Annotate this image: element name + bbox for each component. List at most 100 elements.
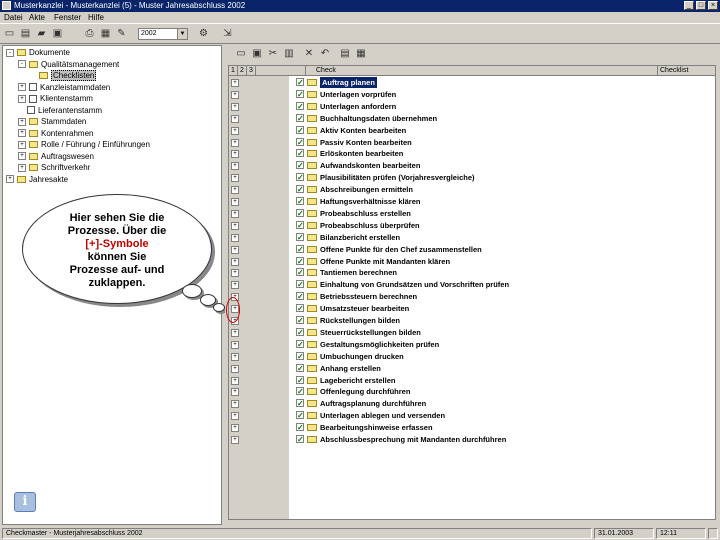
table-row[interactable]: + ✓ Offenlegung durchführen xyxy=(229,386,715,397)
expand-icon[interactable]: + xyxy=(231,412,239,421)
expand-icon[interactable]: + xyxy=(231,340,239,349)
row-checkbox[interactable]: ✓ xyxy=(296,292,304,301)
row-checkbox[interactable]: ✓ xyxy=(296,137,304,146)
expand-icon[interactable]: + xyxy=(231,233,239,242)
tree-item[interactable]: + Auftragswesen xyxy=(18,152,94,162)
expand-icon[interactable]: + xyxy=(231,376,239,385)
row-checkbox[interactable]: ✓ xyxy=(296,244,304,253)
row-checkbox[interactable]: ✓ xyxy=(296,232,304,241)
row-checkbox[interactable]: ✓ xyxy=(296,316,304,325)
tree-item[interactable]: + Kanzleistammdaten xyxy=(18,83,110,93)
expand-icon[interactable]: + xyxy=(231,328,239,337)
row-checkbox[interactable]: ✓ xyxy=(296,280,304,289)
table-row[interactable]: + ✓ Anhang erstellen xyxy=(229,363,715,374)
table-row[interactable]: + ✓ Steuerrückstellungen bilden xyxy=(229,327,715,338)
collapse-icon[interactable]: - xyxy=(18,60,26,69)
row-checkbox[interactable]: ✓ xyxy=(296,268,304,277)
row-checkbox[interactable]: ✓ xyxy=(296,363,304,372)
row-checkbox[interactable]: ✓ xyxy=(296,185,304,194)
row-checkbox[interactable]: ✓ xyxy=(296,375,304,384)
expand-icon[interactable]: + xyxy=(231,138,239,147)
expand-icon[interactable]: + xyxy=(231,424,239,433)
tree-item[interactable]: - Qualitätsmanagement xyxy=(18,60,119,70)
tools-icon[interactable]: ⚙ xyxy=(198,28,209,39)
column-header-checklist[interactable]: Checklist xyxy=(658,66,715,76)
save-icon[interactable]: ▣ xyxy=(251,48,263,60)
cut-icon[interactable]: ✂ xyxy=(267,48,279,60)
new-doc-icon[interactable]: ▭ xyxy=(4,28,15,39)
row-checkbox[interactable]: ✓ xyxy=(296,149,304,158)
table-row[interactable]: + ✓ Offene Punkte mit Mandanten klären xyxy=(229,256,715,267)
chevron-down-icon[interactable]: ▼ xyxy=(177,29,187,39)
paste-icon[interactable]: ▥ xyxy=(283,48,295,60)
list-view-icon[interactable]: ▤ xyxy=(339,48,351,60)
row-checkbox[interactable]: ✓ xyxy=(296,125,304,134)
table-row[interactable]: + ✓ Aufwandskonten bearbeiten xyxy=(229,160,715,171)
table-row[interactable]: + ✓ Buchhaltungsdaten übernehmen xyxy=(229,113,715,124)
table-row[interactable]: + ✓ Gestaltungsmöglichkeiten prüfen xyxy=(229,339,715,350)
year-select[interactable]: 2002 ▼ xyxy=(138,28,188,40)
expand-icon[interactable]: + xyxy=(18,129,26,138)
tree-item[interactable]: + Schriftverkehr xyxy=(18,163,90,173)
expand-icon[interactable]: + xyxy=(231,436,239,444)
table-row[interactable]: + ✓ Plausibilitäten prüfen (Vorjahresvergl… xyxy=(229,172,715,183)
table-row[interactable]: + ✓ Tantiemen berechnen xyxy=(229,267,715,278)
expand-icon[interactable]: + xyxy=(231,90,239,99)
expand-icon[interactable]: + xyxy=(18,140,26,149)
row-checkbox[interactable]: ✓ xyxy=(296,89,304,98)
table-row[interactable]: + ✓ Probeabschluss überprüfen xyxy=(229,220,715,231)
maximize-icon[interactable]: □ xyxy=(696,1,706,10)
expand-icon[interactable]: + xyxy=(231,388,239,397)
row-checkbox[interactable]: ✓ xyxy=(296,435,304,444)
table-row[interactable]: + ✓ Auftrag planen xyxy=(229,77,715,88)
expand-icon[interactable]: + xyxy=(231,364,239,373)
menu-datei[interactable]: Datei xyxy=(4,12,23,23)
table-row[interactable]: + ✓ Aktiv Konten bearbeiten xyxy=(229,125,715,136)
print-icon[interactable]: ⎙ xyxy=(84,28,95,39)
row-checkbox[interactable]: ✓ xyxy=(296,351,304,360)
resize-grip-icon[interactable] xyxy=(708,528,718,539)
folder-open-icon[interactable]: ▰ xyxy=(36,28,47,39)
expand-icon[interactable]: + xyxy=(231,79,239,87)
tree-item[interactable]: Checklisten xyxy=(30,70,97,81)
preview-icon[interactable]: ▦ xyxy=(100,28,111,39)
undo-icon[interactable]: ↶ xyxy=(319,48,331,60)
table-row[interactable]: + ✓ Unterlagen anfordern xyxy=(229,101,715,112)
expand-icon[interactable]: + xyxy=(18,83,26,92)
table-row[interactable]: + ✓ Erlöskonten bearbeiten xyxy=(229,148,715,159)
table-row[interactable]: + ✓ Abschlussbesprechung mit Mandanten dur… xyxy=(229,434,715,445)
expand-icon[interactable]: + xyxy=(231,102,239,111)
column-header-level-3[interactable]: 3 xyxy=(247,66,256,76)
row-checkbox[interactable]: ✓ xyxy=(296,411,304,420)
expand-icon[interactable]: + xyxy=(18,94,26,103)
table-row[interactable]: + ✓ Betriebssteuern berechnen xyxy=(229,291,715,302)
table-row[interactable]: + ✓ Haftungsverhältnisse klären xyxy=(229,196,715,207)
row-checkbox[interactable]: ✓ xyxy=(296,78,304,87)
expand-icon[interactable]: + xyxy=(231,352,239,361)
table-row[interactable]: + ✓ Lagebericht erstellen xyxy=(229,375,715,386)
expand-icon[interactable]: + xyxy=(231,186,239,195)
table-row[interactable]: + ✓ Bilanzbericht erstellen xyxy=(229,232,715,243)
tree-item[interactable]: + Jahresakte xyxy=(6,175,68,185)
table-row[interactable]: + ✓ Unterlagen ablegen und versenden xyxy=(229,410,715,421)
table-row[interactable]: + ✓ Passiv Konten bearbeiten xyxy=(229,137,715,148)
column-header-level-2[interactable]: 2 xyxy=(238,66,247,76)
menu-hilfe[interactable]: Hilfe xyxy=(88,12,104,23)
row-checkbox[interactable]: ✓ xyxy=(296,220,304,229)
expand-icon[interactable]: + xyxy=(231,114,239,123)
expand-icon[interactable]: + xyxy=(6,175,14,184)
table-row[interactable]: + ✓ Umsatzsteuer bearbeiten xyxy=(229,303,715,314)
row-checkbox[interactable]: ✓ xyxy=(296,173,304,182)
tree-item[interactable]: - Dokumente xyxy=(6,48,70,58)
expand-icon[interactable]: + xyxy=(231,209,239,218)
expand-icon[interactable]: + xyxy=(231,162,239,171)
table-row[interactable]: + ✓ Offene Punkte für den Chef zusammenste… xyxy=(229,244,715,255)
tree-item[interactable]: + Rolle / Führung / Einführungen xyxy=(18,140,150,150)
expand-icon[interactable]: + xyxy=(231,126,239,135)
row-checkbox[interactable]: ✓ xyxy=(296,256,304,265)
table-row[interactable]: + ✓ Unterlagen vorprüfen xyxy=(229,89,715,100)
table-row[interactable]: + ✓ Abschreibungen ermitteln xyxy=(229,184,715,195)
table-row[interactable]: + ✓ Umbuchungen drucken xyxy=(229,351,715,362)
tree-item[interactable]: Lieferantenstamm xyxy=(18,106,102,116)
expand-icon[interactable]: + xyxy=(231,198,239,206)
